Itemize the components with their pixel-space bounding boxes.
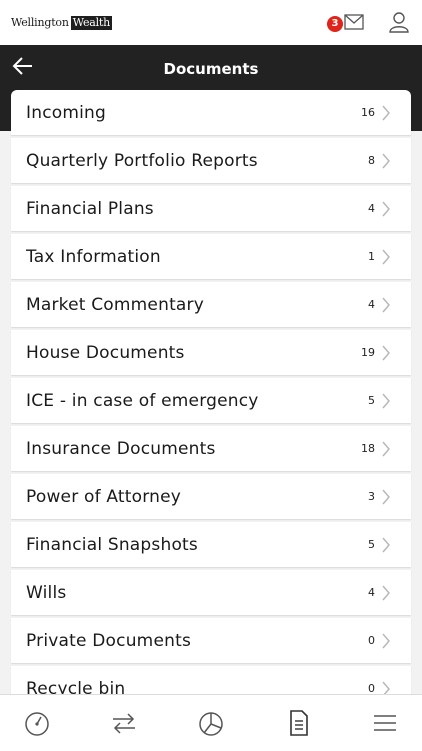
folder-row[interactable]: Private Documents 0: [11, 618, 411, 663]
logo-word-2: Wealth: [70, 15, 113, 30]
chevron-right-icon: [382, 201, 390, 217]
folder-row[interactable]: Tax Information 1: [11, 234, 411, 279]
user-profile-icon[interactable]: [388, 11, 410, 33]
gauge-icon: [25, 712, 49, 736]
folder-count: 8: [368, 154, 375, 167]
folder-label: Tax Information: [26, 247, 161, 267]
document-folder-list: Incoming 16 Quarterly Portfolio Reports 8 Fi…: [11, 90, 411, 714]
folder-label: ICE - in case of emergency: [26, 391, 259, 411]
tab-menu[interactable]: [370, 709, 400, 737]
hamburger-menu-icon: [374, 715, 396, 731]
folder-label: Power of Attorney: [26, 487, 182, 507]
tab-transfers[interactable]: [109, 709, 139, 737]
folder-row[interactable]: Market Commentary 4: [11, 282, 411, 327]
folder-label: House Documents: [26, 343, 185, 363]
folder-count: 1: [368, 250, 375, 263]
folder-label: Market Commentary: [26, 295, 204, 315]
chevron-right-icon: [382, 537, 390, 553]
folder-count: 5: [368, 538, 375, 551]
folder-label: Private Documents: [26, 631, 191, 651]
folder-count: 4: [368, 202, 375, 215]
chevron-right-icon: [382, 249, 390, 265]
folder-row[interactable]: Financial Snapshots 5: [11, 522, 411, 567]
tab-documents[interactable]: [283, 709, 313, 737]
folder-count: 0: [368, 634, 375, 647]
folder-count: 5: [368, 394, 375, 407]
mail-icon[interactable]: [344, 14, 364, 30]
chevron-right-icon: [382, 585, 390, 601]
document-icon: [290, 710, 308, 736]
transfer-arrows-icon: [113, 713, 135, 734]
top-bar: Wellington Wealth 3: [0, 0, 422, 46]
chevron-right-icon: [382, 153, 390, 169]
folder-label: Insurance Documents: [26, 439, 216, 459]
chevron-right-icon: [382, 393, 390, 409]
folder-row[interactable]: Financial Plans 4: [11, 186, 411, 231]
app-logo[interactable]: Wellington Wealth: [11, 15, 113, 30]
folder-row[interactable]: Incoming 16: [11, 90, 411, 135]
folder-label: Financial Plans: [26, 199, 154, 219]
bottom-tab-bar: [0, 694, 422, 751]
folder-row[interactable]: House Documents 19: [11, 330, 411, 375]
folder-row[interactable]: Wills 4: [11, 570, 411, 615]
folder-row[interactable]: Insurance Documents 18: [11, 426, 411, 471]
folder-label: Wills: [26, 583, 67, 603]
tab-portfolio[interactable]: [196, 709, 226, 737]
tab-dashboard[interactable]: [22, 709, 52, 737]
folder-label: Incoming: [26, 103, 106, 123]
folder-row[interactable]: Power of Attorney 3: [11, 474, 411, 519]
chevron-right-icon: [382, 489, 390, 505]
chevron-right-icon: [382, 105, 390, 121]
logo-word-1: Wellington: [11, 16, 69, 29]
folder-count: 4: [368, 586, 375, 599]
folder-row[interactable]: Quarterly Portfolio Reports 8: [11, 138, 411, 183]
folder-label: Financial Snapshots: [26, 535, 198, 555]
chevron-right-icon: [382, 297, 390, 313]
folder-count: 4: [368, 298, 375, 311]
folder-count: 16: [361, 106, 375, 119]
chevron-right-icon: [382, 633, 390, 649]
chevron-right-icon: [382, 345, 390, 361]
chevron-right-icon: [382, 441, 390, 457]
pie-chart-icon: [199, 712, 223, 736]
folder-count: 3: [368, 490, 375, 503]
folder-row[interactable]: ICE - in case of emergency 5: [11, 378, 411, 423]
page-title: Documents: [163, 60, 259, 78]
notification-badge[interactable]: 3: [327, 16, 343, 32]
folder-label: Quarterly Portfolio Reports: [26, 151, 258, 171]
folder-count: 18: [361, 442, 375, 455]
folder-count: 19: [361, 346, 375, 359]
